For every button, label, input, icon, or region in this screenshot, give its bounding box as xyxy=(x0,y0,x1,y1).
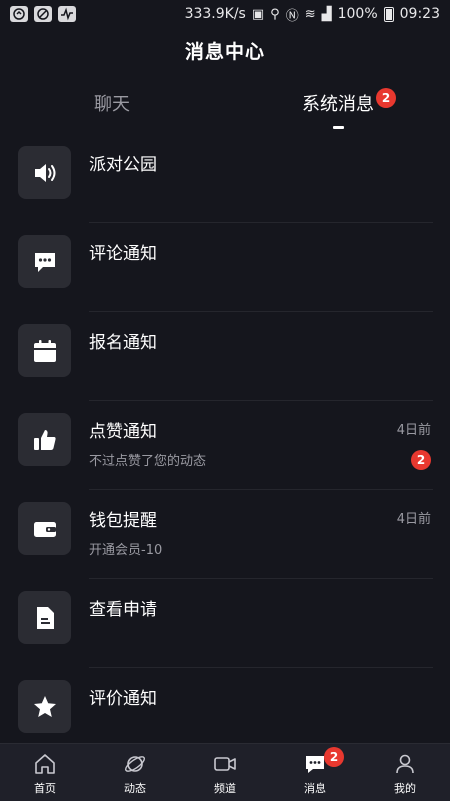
clock: 09:23 xyxy=(399,6,440,22)
status-notifications xyxy=(10,6,76,22)
nfc-icon: Ⓝ xyxy=(285,8,299,24)
battery-icon xyxy=(383,6,394,22)
list-item-wallet-reminder[interactable]: 钱包提醒 4日前 开通会员-10 xyxy=(0,490,450,579)
nav-messages[interactable]: 2 消息 xyxy=(270,744,360,801)
nav-label: 我的 xyxy=(394,782,416,795)
comment-icon xyxy=(18,235,71,288)
list-item-view-applications[interactable]: 查看申请 xyxy=(0,579,450,668)
nav-label: 首页 xyxy=(34,782,56,795)
star-icon xyxy=(18,680,71,733)
item-title: 评论通知 xyxy=(89,244,157,264)
calendar-icon xyxy=(18,324,71,377)
activity-notification-icon xyxy=(58,6,76,22)
thumbs-up-icon xyxy=(18,413,71,466)
item-title: 查看申请 xyxy=(89,600,157,620)
nav-messages-badge: 2 xyxy=(324,747,344,767)
planet-icon xyxy=(125,756,145,772)
speaker-icon xyxy=(18,146,71,199)
wallet-icon xyxy=(18,502,71,555)
tab-chat[interactable]: 聊天 xyxy=(94,90,130,116)
tab-system-messages[interactable]: 系统消息 xyxy=(302,90,374,116)
tab-system-badge: 2 xyxy=(376,88,396,108)
nav-label: 动态 xyxy=(124,782,146,795)
status-bar: 333.9K/s ▣ ⚲ Ⓝ ≋ ▟ 100% 09:23 xyxy=(0,0,450,28)
video-camera-icon xyxy=(214,757,236,771)
compass-notification-icon xyxy=(34,6,52,22)
item-title: 派对公园 xyxy=(89,155,157,175)
page-title: 消息中心 xyxy=(184,41,265,63)
home-icon xyxy=(35,754,55,774)
wifi-icon: ≋ xyxy=(304,6,316,22)
list-item-signup-notice[interactable]: 报名通知 xyxy=(0,312,450,401)
sim-icon: ▣ xyxy=(251,6,265,22)
signal-icon: ▟ xyxy=(321,6,332,22)
item-title: 钱包提醒 xyxy=(89,511,157,531)
bottom-navigation: 首页 动态 频道 2 消息 我的 xyxy=(0,743,450,801)
battery-percentage: 100% xyxy=(337,6,378,22)
nav-home[interactable]: 首页 xyxy=(0,744,90,801)
document-icon xyxy=(18,591,71,644)
list-item-comment-notice[interactable]: 评论通知 xyxy=(0,223,450,312)
list-item-like-notice[interactable]: 点赞通知 4日前 不过点赞了您的动态 2 xyxy=(0,401,450,490)
nav-me[interactable]: 我的 xyxy=(360,744,450,801)
item-preview: 不过点赞了您的动态 xyxy=(89,454,207,469)
item-title: 点赞通知 xyxy=(89,422,157,442)
profile-icon xyxy=(396,754,414,774)
item-timestamp: 4日前 xyxy=(396,512,431,527)
nav-label: 消息 xyxy=(304,782,326,795)
location-icon: ⚲ xyxy=(270,6,280,22)
app-notification-icon xyxy=(10,6,28,22)
status-system: 333.9K/s ▣ ⚲ Ⓝ ≋ ▟ 100% 09:23 xyxy=(185,5,440,24)
tab-bar: 聊天 系统消息 2 xyxy=(0,86,450,134)
item-preview: 开通会员-10 xyxy=(89,543,163,558)
nav-channel[interactable]: 频道 xyxy=(180,744,270,801)
nav-label: 频道 xyxy=(214,782,236,795)
unread-badge: 2 xyxy=(411,450,431,470)
list-item-party-park[interactable]: 派对公园 xyxy=(0,134,450,223)
message-list: 派对公园 评论通知 报名通知 点赞通知 4日前 不过点赞了您的动态 2 钱包提醒… xyxy=(0,134,450,757)
active-tab-indicator xyxy=(333,126,344,129)
network-speed: 333.9K/s xyxy=(184,6,246,22)
item-title: 报名通知 xyxy=(89,333,157,353)
nav-feed[interactable]: 动态 xyxy=(90,744,180,801)
item-timestamp: 4日前 xyxy=(396,423,431,438)
item-title: 评价通知 xyxy=(89,689,157,709)
